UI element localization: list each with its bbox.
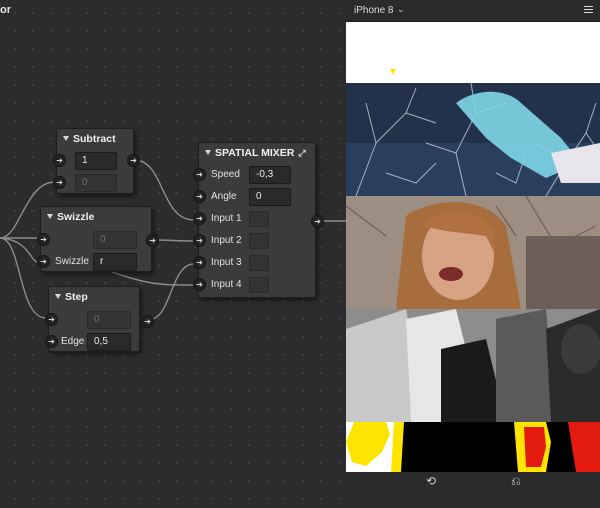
step-node[interactable]: Step ➜ 0 ➜ ➜ Edge 0,5: [45, 286, 154, 352]
portrait-image: [346, 196, 600, 309]
input-3-label: Input 3: [211, 257, 242, 268]
wire: [111, 271, 195, 286]
spatial-mixer-node[interactable]: SPATIAL MIXER ⤢ ➜ Speed -0,3 ➜ Angle 0 ➜ …: [193, 142, 324, 298]
input-1-slot[interactable]: [249, 211, 269, 227]
input-1-port[interactable]: ➜: [193, 212, 206, 225]
swizzle-node[interactable]: Swizzle ➜ 0 ➜ ➜ Swizzle r: [37, 206, 159, 272]
speed-port[interactable]: ➜: [193, 168, 206, 181]
angle-field[interactable]: 0: [249, 188, 291, 206]
input-4-port[interactable]: ➜: [193, 278, 206, 291]
subtract-node-header[interactable]: Subtract: [57, 129, 133, 149]
collapse-triangle-icon[interactable]: [63, 136, 69, 141]
threshold-image: [346, 422, 600, 472]
step-output-port[interactable]: ➜: [141, 315, 154, 328]
wire: [152, 239, 195, 242]
input-2-slot[interactable]: [249, 233, 269, 249]
input-4-slot[interactable]: [249, 277, 269, 293]
input-3-slot[interactable]: [249, 255, 269, 271]
collapse-triangle-icon[interactable]: [55, 294, 61, 299]
spatial-mixer-output-port[interactable]: ➜: [311, 215, 324, 228]
node-title: SPATIAL MIXER: [215, 147, 295, 159]
hamburger-menu-icon[interactable]: [584, 4, 593, 14]
step-node-header[interactable]: Step: [49, 287, 139, 307]
preview-stripe-grayscale: [346, 309, 600, 422]
swizzle-param-field[interactable]: r: [93, 253, 137, 271]
step-edge-port[interactable]: ➜: [45, 335, 58, 348]
preview-stripe-white: [346, 22, 600, 83]
input-3-port[interactable]: ➜: [193, 256, 206, 269]
collapse-triangle-icon[interactable]: [47, 214, 53, 219]
input-2-label: Input 2: [211, 235, 242, 246]
swizzle-param-port[interactable]: ➜: [37, 255, 50, 268]
spatial-mixer-header[interactable]: SPATIAL MIXER ⤢: [199, 143, 315, 163]
input-2-port[interactable]: ➜: [193, 234, 206, 247]
rotate-device-icon[interactable]: ⎌: [511, 474, 521, 489]
step-edge-field[interactable]: 0,5: [87, 333, 131, 351]
refresh-icon[interactable]: ⟲: [426, 474, 436, 488]
swizzle-output-port[interactable]: ➜: [146, 234, 159, 247]
input-1-label: Input 1: [211, 213, 242, 224]
angle-label: Angle: [211, 191, 237, 202]
angle-port[interactable]: ➜: [193, 190, 206, 203]
yellow-marker: [390, 69, 396, 75]
subtract-node[interactable]: Subtract ➜ 1 ➜ ➜ 0: [53, 128, 140, 194]
subtract-value-field-2[interactable]: 0: [75, 174, 117, 192]
step-edge-label: Edge: [61, 336, 85, 347]
input-4-label: Input 4: [211, 279, 242, 290]
preview-stripe-threshold: [346, 422, 600, 472]
speed-field[interactable]: -0,3: [249, 166, 291, 184]
device-selector[interactable]: iPhone 8: [354, 5, 393, 16]
collapse-triangle-icon[interactable]: [205, 150, 211, 155]
device-preview-screen: [346, 22, 600, 472]
preview-stripe-portrait: [346, 196, 600, 309]
preview-stripe-inverted: [346, 83, 600, 196]
expand-icon[interactable]: ⤢: [298, 148, 305, 158]
node-title: Subtract: [73, 133, 116, 145]
wire: [147, 263, 195, 321]
grayscale-image: [346, 309, 600, 422]
step-value-field[interactable]: 0: [87, 311, 131, 329]
swizzle-input-port[interactable]: ➜: [37, 233, 50, 246]
step-input-port[interactable]: ➜: [45, 313, 58, 326]
inverted-branches-image: [346, 83, 600, 196]
preview-footer: ⟲ ⎌: [346, 472, 600, 490]
preview-toolbar: iPhone 8 ⌄: [346, 0, 600, 22]
node-title: Step: [65, 291, 88, 303]
swizzle-node-header[interactable]: Swizzle: [41, 207, 151, 227]
subtract-input-port-2[interactable]: ➜: [53, 176, 66, 189]
node-editor-canvas[interactable]: or Subtract ➜ 1 ➜ ➜ 0 Swizzle ➜ 0 ➜ ➜ Sw…: [0, 0, 346, 508]
swizzle-param-label: Swizzle: [55, 256, 89, 267]
subtract-value-field-1[interactable]: 1: [75, 152, 117, 170]
swizzle-value-field[interactable]: 0: [93, 231, 137, 249]
chevron-down-icon[interactable]: ⌄: [397, 4, 405, 15]
subtract-input-port-1[interactable]: ➜: [53, 154, 66, 167]
speed-label: Speed: [211, 169, 240, 180]
wire: [0, 237, 39, 263]
subtract-output-port[interactable]: ➜: [127, 154, 140, 167]
node-title: Swizzle: [57, 211, 95, 223]
